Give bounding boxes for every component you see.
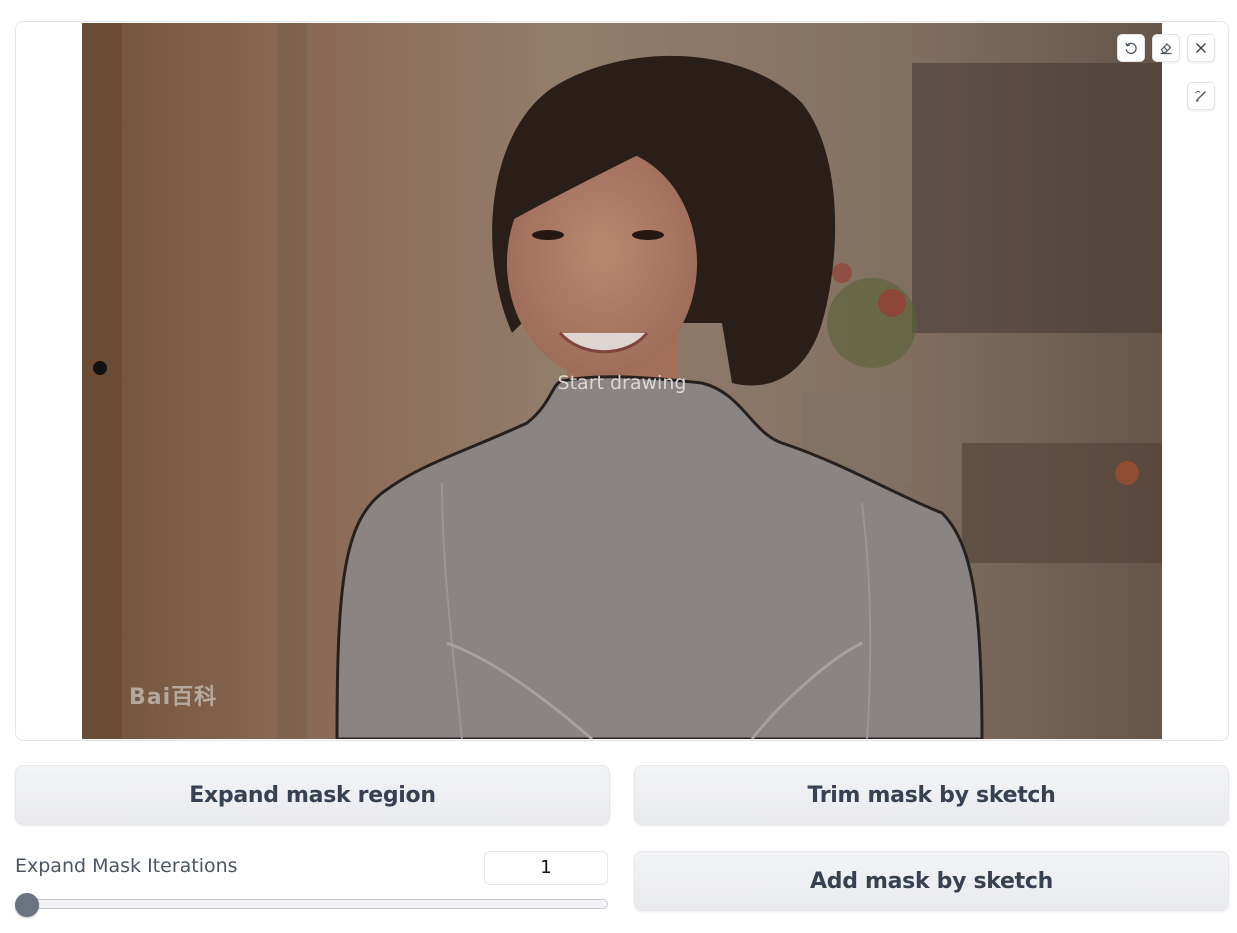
brush-cursor [93, 361, 107, 375]
close-icon [1196, 43, 1206, 53]
watermark-logo: Bai百科 [129, 685, 218, 710]
brush-icon [1195, 90, 1206, 102]
trim-mask-button[interactable]: Trim mask by sketch [634, 765, 1229, 825]
image-editor: Bai百科 Start drawing [15, 21, 1229, 741]
drawing-canvas[interactable]: Bai百科 Start drawing [82, 23, 1162, 739]
expand-iterations-label: Expand Mask Iterations [15, 855, 238, 877]
expand-iterations-slider-track[interactable] [16, 899, 608, 909]
undo-icon [1125, 42, 1137, 55]
brush-button[interactable] [1187, 82, 1215, 110]
eraser-icon [1160, 43, 1172, 55]
start-drawing-hint: Start drawing [557, 372, 687, 394]
erase-button[interactable] [1152, 34, 1180, 62]
undo-button[interactable] [1117, 34, 1145, 62]
expand-iterations-slider-thumb[interactable] [15, 893, 39, 917]
add-mask-button[interactable]: Add mask by sketch [634, 851, 1229, 911]
expand-iterations-input[interactable]: 1 [484, 851, 608, 885]
close-button[interactable] [1187, 34, 1215, 62]
expand-mask-button[interactable]: Expand mask region [15, 765, 610, 825]
